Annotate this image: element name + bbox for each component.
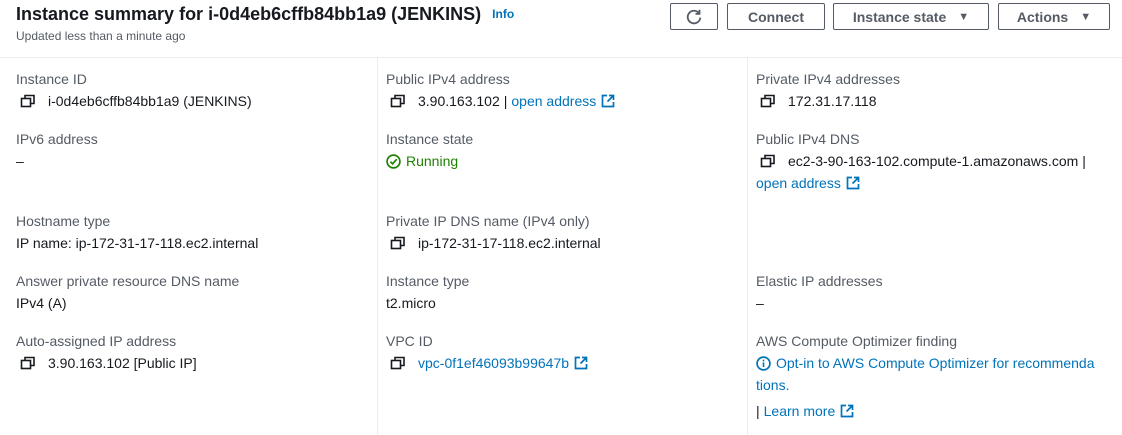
elastic-ip-value: – (756, 295, 764, 311)
open-address-link[interactable]: open address (756, 175, 860, 191)
public-dns-open-address: open address (756, 175, 860, 191)
page-header: Instance summary for i-0d4eb6cffb84bb1a9… (0, 0, 1122, 57)
private-dns-value: ip-172-31-17-118.ec2.internal (386, 235, 601, 251)
private-ipv4-value: 172.31.17.118 (756, 93, 877, 109)
auto-ip-text: 3.90.163.102 [Public IP] (48, 355, 197, 371)
refresh-button[interactable] (670, 3, 718, 30)
instance-state-dropdown[interactable]: Instance state ▼ (833, 3, 989, 30)
instance-id-label: Instance ID (16, 71, 87, 87)
instance-type-value: t2.micro (386, 295, 436, 311)
vpc-id-value: vpc-0f1ef46093b99647b (386, 355, 588, 371)
info-circle-icon (756, 355, 771, 371)
private-ipv4-label: Private IPv4 addresses (756, 71, 900, 87)
check-circle-icon (386, 153, 401, 169)
external-link-icon (574, 356, 588, 370)
page-title: Instance summary for i-0d4eb6cffb84bb1a9… (16, 4, 514, 25)
copy-icon[interactable] (20, 94, 38, 108)
refresh-icon (686, 9, 702, 24)
private-dns-label: Private IP DNS name (IPv4 only) (386, 213, 590, 229)
hostname-type-value: IP name: ip-172-31-17-118.ec2.internal (16, 235, 259, 251)
ipv6-label: IPv6 address (16, 131, 98, 147)
info-link[interactable]: Info (492, 7, 514, 21)
public-dns-label: Public IPv4 DNS (756, 131, 860, 147)
answer-dns-label: Answer private resource DNS name (16, 273, 240, 289)
copy-icon[interactable] (390, 236, 408, 250)
actions-dropdown[interactable]: Actions ▼ (998, 3, 1110, 30)
separator: | (756, 403, 760, 419)
optimizer-opt-in-link[interactable]: Opt-in to AWS Compute Optimizer for reco… (776, 355, 1094, 371)
copy-icon[interactable] (760, 94, 778, 108)
actions-dropdown-label: Actions (1016, 8, 1069, 25)
open-address-link-text: open address (756, 175, 841, 191)
hostname-type-label: Hostname type (16, 213, 111, 229)
public-ipv4-label: Public IPv4 address (386, 71, 510, 87)
answer-dns-value: IPv4 (A) (16, 295, 67, 311)
copy-icon[interactable] (390, 94, 408, 108)
copy-icon[interactable] (390, 356, 408, 370)
connect-button[interactable]: Connect (727, 3, 825, 30)
public-ipv4-text: 3.90.163.102 (418, 93, 500, 109)
ipv6-value: – (16, 153, 24, 169)
copy-icon[interactable] (760, 154, 778, 168)
learn-more-link-text: Learn more (763, 403, 836, 419)
vpc-id-link-text: vpc-0f1ef46093b99647b (418, 355, 570, 371)
instance-state-label: Instance state (386, 131, 474, 147)
header-divider (0, 57, 1122, 58)
external-link-icon (601, 94, 615, 108)
instance-type-label: Instance type (386, 273, 470, 289)
vpc-id-link[interactable]: vpc-0f1ef46093b99647b (418, 355, 588, 371)
caret-down-icon: ▼ (1080, 10, 1092, 23)
optimizer-finding: Opt-in to AWS Compute Optimizer for reco… (756, 355, 1094, 371)
open-address-link-text: open address (511, 93, 597, 109)
elastic-ip-label: Elastic IP addresses (756, 273, 883, 289)
optimizer-finding-cont: tions. (756, 377, 789, 393)
vpc-id-label: VPC ID (386, 333, 433, 349)
page-title-text: Instance summary for i-0d4eb6cffb84bb1a9… (16, 4, 482, 24)
learn-more-row: | Learn more (756, 403, 854, 419)
caret-down-icon: ▼ (958, 10, 970, 23)
external-link-icon (840, 404, 854, 418)
public-dns-value: ec2-3-90-163-102.compute-1.amazonaws.com… (756, 153, 1090, 169)
private-ipv4-text: 172.31.17.118 (788, 93, 877, 109)
instance-id-text: i-0d4eb6cffb84bb1a9 (JENKINS) (48, 93, 252, 109)
public-ipv4-value: 3.90.163.102 | open address (386, 93, 615, 109)
optimizer-label: AWS Compute Optimizer finding (756, 333, 957, 349)
auto-ip-value: 3.90.163.102 [Public IP] (16, 355, 197, 371)
instance-state-dropdown-label: Instance state (852, 8, 947, 25)
private-dns-text: ip-172-31-17-118.ec2.internal (418, 235, 601, 251)
open-address-link[interactable]: open address (511, 93, 615, 109)
column-divider (747, 58, 748, 435)
instance-id-value: i-0d4eb6cffb84bb1a9 (JENKINS) (16, 93, 252, 109)
auto-ip-label: Auto-assigned IP address (16, 333, 177, 349)
optimizer-opt-in-link-cont[interactable]: tions. (756, 377, 789, 393)
last-updated-text: Updated less than a minute ago (16, 29, 186, 43)
separator: | (503, 93, 508, 109)
external-link-icon (846, 176, 860, 190)
copy-icon[interactable] (20, 356, 38, 370)
instance-state-value: Running (386, 153, 458, 169)
public-dns-text: ec2-3-90-163-102.compute-1.amazonaws.com (788, 153, 1079, 169)
column-divider (377, 58, 378, 435)
separator: | (1082, 153, 1086, 169)
learn-more-link[interactable]: Learn more (764, 403, 855, 419)
instance-state-text: Running (406, 153, 459, 169)
